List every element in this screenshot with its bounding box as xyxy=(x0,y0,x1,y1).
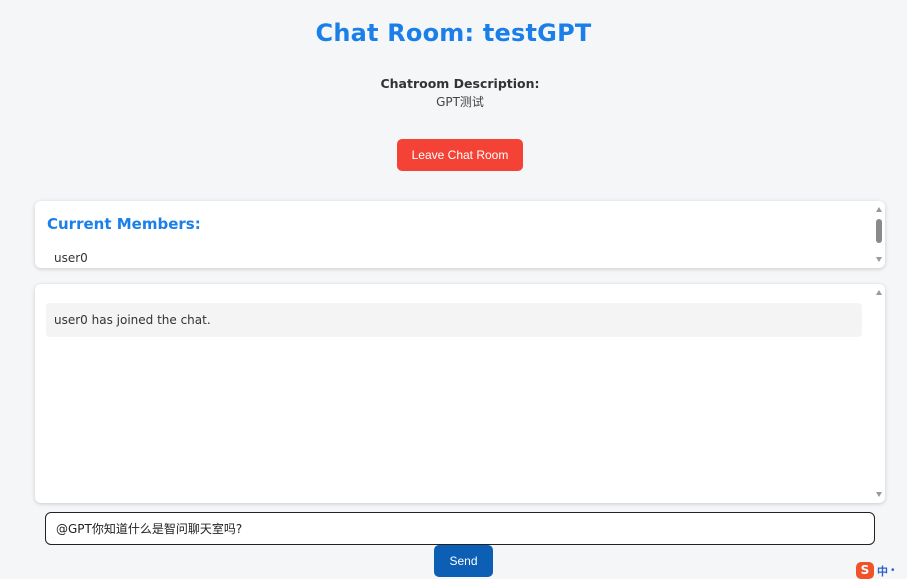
ime-punctuation-icon: • xyxy=(891,565,895,576)
page-title: Chat Room: testGPT xyxy=(315,19,592,47)
members-scrollbar[interactable] xyxy=(873,201,885,268)
description-text: GPT测试 xyxy=(436,95,484,109)
scroll-up-arrow-icon[interactable] xyxy=(876,207,882,212)
scroll-down-arrow-icon[interactable] xyxy=(876,257,882,262)
member-item: user0 xyxy=(54,251,88,265)
scroll-thumb[interactable] xyxy=(876,219,882,243)
scroll-down-arrow-icon[interactable] xyxy=(876,492,882,497)
sogou-logo-icon: S xyxy=(856,562,874,579)
messages-panel: user0 has joined the chat. xyxy=(35,284,885,503)
send-button[interactable]: Send xyxy=(434,545,493,577)
message-item: user0 has joined the chat. xyxy=(46,303,862,337)
ime-mode-label: 中 xyxy=(877,564,888,578)
leave-chat-room-button[interactable]: Leave Chat Room xyxy=(397,139,523,171)
messages-scrollbar[interactable] xyxy=(873,284,885,503)
message-input[interactable] xyxy=(45,512,875,545)
members-panel: Current Members: user0 xyxy=(35,201,885,268)
scroll-up-arrow-icon[interactable] xyxy=(876,290,882,295)
members-title: Current Members: xyxy=(47,215,201,233)
ime-indicator[interactable]: S 中 • xyxy=(856,562,895,579)
description-label: Chatroom Description: xyxy=(380,76,540,91)
